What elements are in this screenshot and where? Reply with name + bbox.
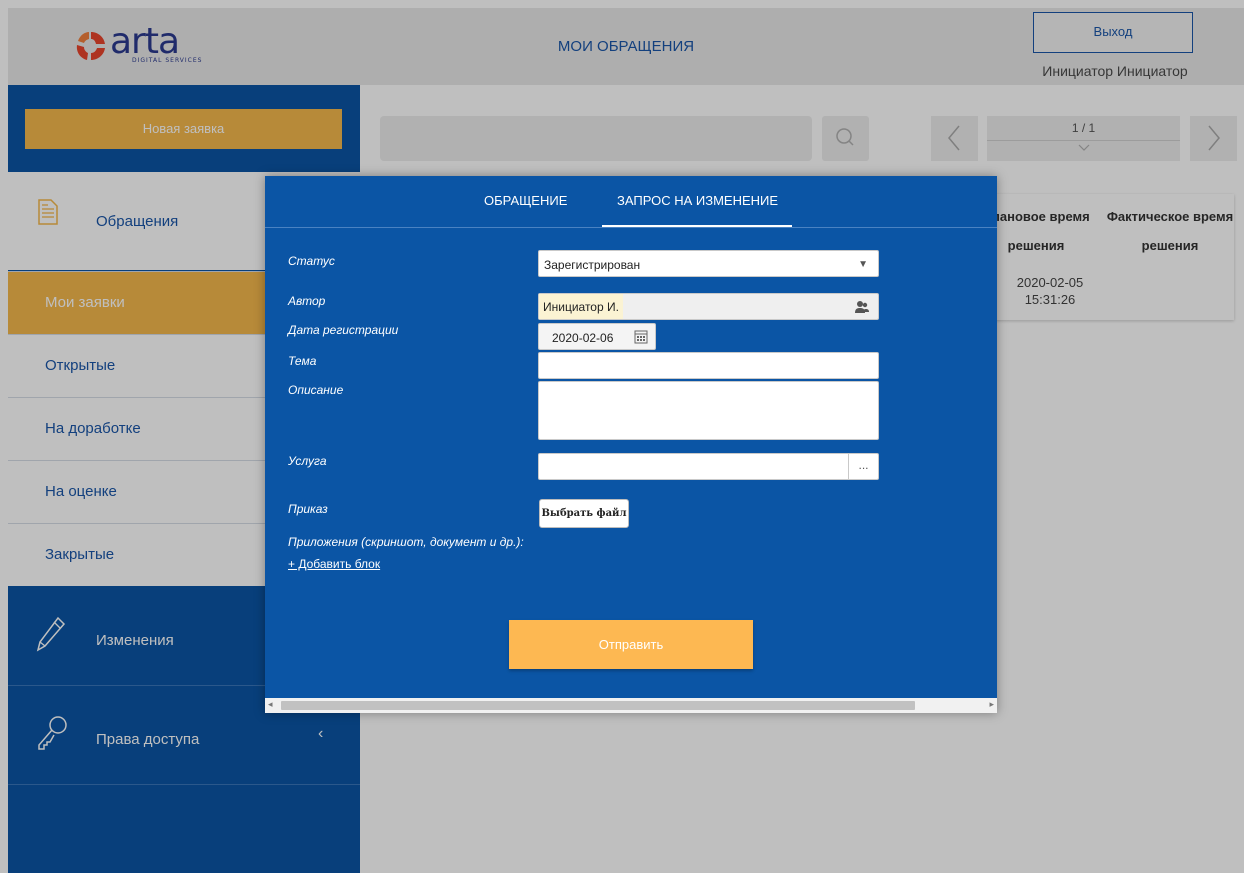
reg-date-value: 2020-02-06: [552, 331, 614, 345]
status-select[interactable]: Зарегистрирован ▼: [538, 250, 879, 277]
user-select-icon[interactable]: [854, 299, 870, 315]
scrollbar-thumb[interactable]: [281, 701, 915, 710]
topic-input[interactable]: [538, 352, 879, 379]
topic-label: Тема: [288, 354, 317, 368]
dropdown-arrow-icon: ▼: [858, 259, 868, 270]
status-value: Зарегистрирован: [544, 258, 641, 272]
description-textarea[interactable]: [538, 381, 879, 440]
choose-file-button[interactable]: Выбрать файл: [539, 499, 629, 528]
description-label: Описание: [288, 383, 344, 397]
author-value: Инициатор И.: [539, 294, 623, 319]
tab-request[interactable]: ОБРАЩЕНИЕ: [484, 193, 567, 208]
horizontal-scrollbar[interactable]: ◂ ▸: [265, 698, 997, 713]
service-label: Услуга: [288, 454, 327, 468]
author-field[interactable]: Инициатор И.: [538, 293, 879, 320]
attachments-label: Приложения (скриншот, документ и др.):: [288, 535, 524, 549]
reg-date-label: Дата регистрации: [288, 323, 399, 337]
scroll-right-icon[interactable]: ▸: [989, 699, 994, 710]
active-tab-indicator: [602, 225, 792, 227]
add-block-link[interactable]: + Добавить блок: [288, 557, 380, 571]
change-request-modal: ОБРАЩЕНИЕ ЗАПРОС НА ИЗМЕНЕНИЕ Статус Зар…: [265, 176, 997, 713]
calendar-icon[interactable]: [634, 329, 648, 344]
reg-date-field[interactable]: 2020-02-06: [538, 323, 656, 350]
author-label: Автор: [288, 294, 326, 308]
submit-button[interactable]: Отправить: [509, 620, 753, 669]
service-field[interactable]: ...: [538, 453, 879, 480]
status-label: Статус: [288, 254, 335, 268]
scroll-left-icon[interactable]: ◂: [268, 699, 273, 710]
modal-tabs: ОБРАЩЕНИЕ ЗАПРОС НА ИЗМЕНЕНИЕ: [265, 176, 997, 228]
service-browse-button[interactable]: ...: [848, 454, 878, 479]
tab-change-request[interactable]: ЗАПРОС НА ИЗМЕНЕНИЕ: [617, 193, 778, 208]
order-label: Приказ: [288, 502, 328, 516]
